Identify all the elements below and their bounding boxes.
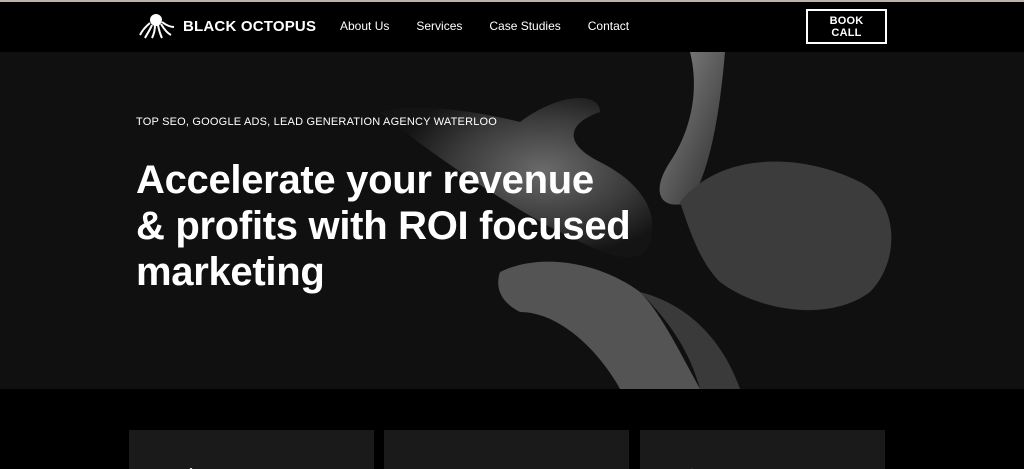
hero-headline-line-1: Accelerate your revenue: [136, 158, 594, 202]
nav-item-about-us[interactable]: About Us: [340, 19, 389, 33]
site-header: BLACK OCTOPUS About Us Services Case Stu…: [0, 2, 1024, 52]
feature-cards-section: [0, 389, 1024, 469]
main-nav: About Us Services Case Studies Contact: [340, 19, 656, 33]
feature-card-3: [640, 430, 885, 469]
brand-name: BLACK OCTOPUS: [183, 17, 317, 35]
nav-item-case-studies[interactable]: Case Studies: [489, 19, 560, 33]
nav-item-contact[interactable]: Contact: [588, 19, 629, 33]
hero-section: TOP SEO, GOOGLE ADS, LEAD GENERATION AGE…: [0, 52, 1024, 389]
feature-icon-3: [675, 463, 697, 469]
nav-item-services[interactable]: Services: [416, 19, 462, 33]
octopus-logo-icon: [139, 13, 175, 39]
feature-card-2: [384, 430, 629, 469]
book-call-button[interactable]: BOOK CALL: [806, 9, 887, 44]
feature-icon-1: [184, 463, 198, 469]
hero-eyebrow: TOP SEO, GOOGLE ADS, LEAD GENERATION AGE…: [136, 116, 498, 128]
heart-icon: [419, 463, 439, 469]
page: BLACK OCTOPUS About Us Services Case Stu…: [0, 0, 1024, 469]
hero-headline-line-2: & profits with ROI focused: [136, 204, 631, 248]
brand-logo-link[interactable]: BLACK OCTOPUS: [139, 13, 316, 39]
feature-card-1: [129, 430, 374, 469]
hero-headline-line-3: marketing: [136, 250, 325, 294]
hero-headline: Accelerate your revenue & profits with R…: [136, 157, 736, 295]
